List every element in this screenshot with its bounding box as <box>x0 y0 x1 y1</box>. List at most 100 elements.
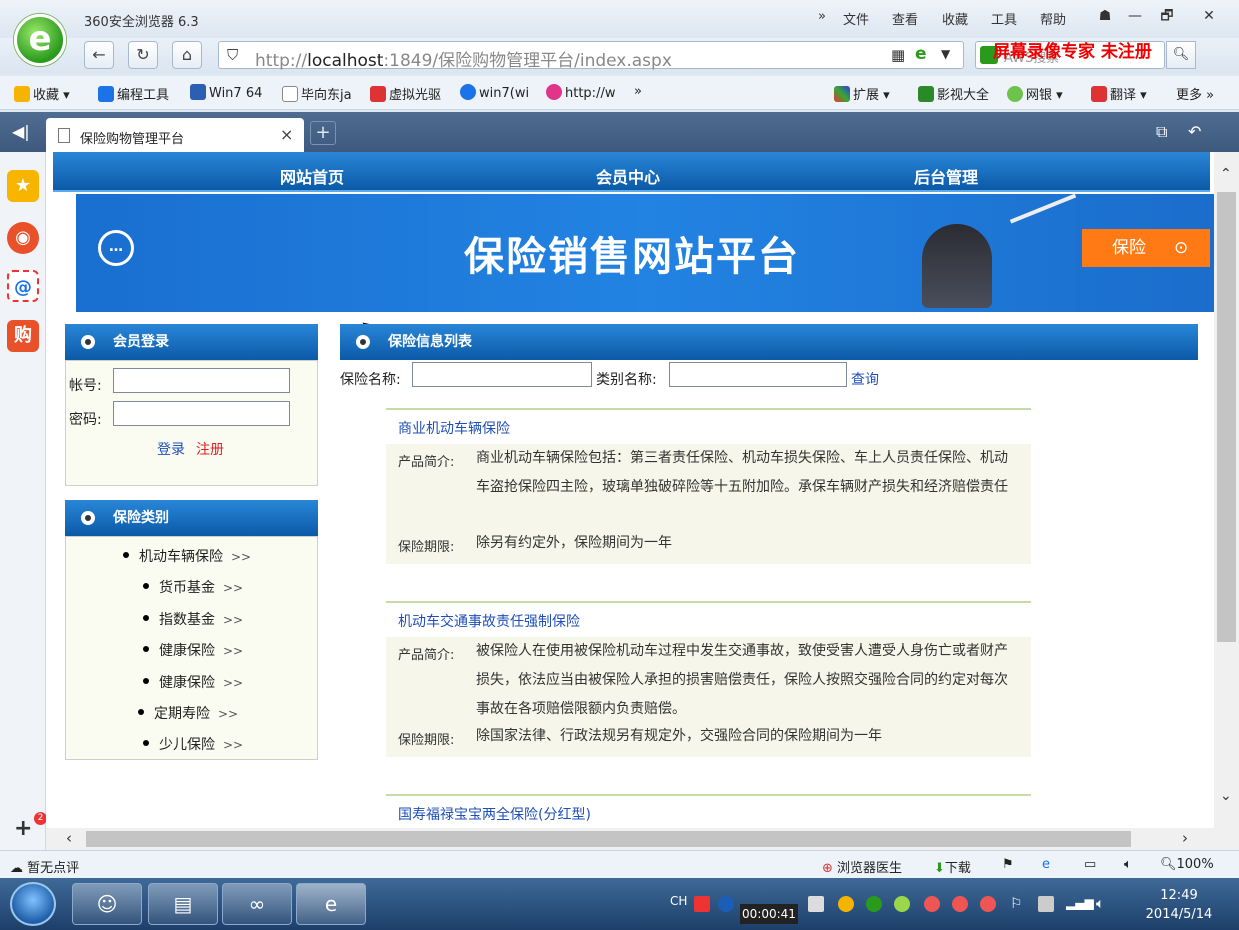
category-item[interactable]: 健康保险 >> <box>143 672 243 692</box>
register-link[interactable]: 注册 <box>196 439 224 459</box>
bookmark-win7-wi[interactable]: win7(wi <box>460 84 529 101</box>
guard-icon[interactable] <box>894 896 910 912</box>
menu-tools[interactable]: 工具 <box>991 9 1017 28</box>
menu-more[interactable]: » <box>818 9 826 24</box>
signal-icon[interactable]: ▂▄▆ <box>1066 896 1094 912</box>
security-shield-icon[interactable]: ⛉ <box>227 46 238 64</box>
sidebar-toggle-icon[interactable]: ◀| <box>12 122 30 141</box>
volume-icon[interactable]: 🔈︎ <box>1124 857 1132 872</box>
zoom-level[interactable]: 🔍︎100% <box>1160 857 1214 872</box>
taskbar-app-explorer[interactable]: ▤ <box>148 883 218 925</box>
nav-admin[interactable]: 后台管理 <box>914 164 978 188</box>
browser-logo-icon[interactable]: e <box>14 14 66 66</box>
browser-doctor[interactable]: ⊕ 浏览器医生 <box>822 857 902 876</box>
menu-help[interactable]: 帮助 <box>1040 9 1066 28</box>
start-button[interactable] <box>10 882 56 926</box>
dropdown-chevron-icon[interactable]: ▼ <box>941 47 950 61</box>
new-tab-button[interactable]: + <box>310 121 336 145</box>
scroll-down-icon[interactable]: ⌄ <box>1220 788 1232 804</box>
taskbar-app-messenger[interactable]: ☺ <box>72 883 142 925</box>
action-center-icon[interactable]: ⚐ <box>1010 896 1026 912</box>
restore-button[interactable]: 🗗 <box>1154 6 1180 28</box>
bookmark-win7[interactable]: Win7 64 <box>190 84 262 101</box>
qr-code-icon[interactable]: ▦ <box>891 46 905 64</box>
close-window-button[interactable]: ✕ <box>1196 6 1222 28</box>
bookmark-http[interactable]: http://w <box>546 84 615 101</box>
speaker-icon[interactable]: 🔈︎ <box>1096 896 1112 912</box>
skin-icon[interactable]: ☗ <box>1092 6 1118 28</box>
scroll-left-icon[interactable]: ‹ <box>66 829 72 847</box>
insurance-title-link[interactable]: 国寿福禄宝宝两全保险(分红型) <box>398 804 591 824</box>
taskbar-app-360browser[interactable]: e <box>296 883 366 925</box>
add-sidebar-icon[interactable]: + <box>14 816 32 841</box>
category-item[interactable]: 健康保险 >> <box>143 640 243 660</box>
search-icon[interactable]: 🔍︎ <box>1166 41 1196 69</box>
home-icon[interactable]: ⌂ <box>172 41 202 69</box>
horizontal-scrollbar[interactable]: ‹ › <box>46 828 1239 850</box>
undo-close-icon[interactable]: ↶ <box>1188 122 1201 141</box>
category-item[interactable]: 机动车辆保险 >> <box>123 546 251 566</box>
flag-icon[interactable]: ⚑ <box>1002 857 1014 872</box>
input-language[interactable]: CH <box>670 894 687 908</box>
scroll-right-icon[interactable]: › <box>1182 829 1188 847</box>
tab-close-icon[interactable]: × <box>280 125 293 144</box>
clock[interactable]: 12:49 2014/5/14 <box>1136 886 1222 924</box>
scroll-up-icon[interactable]: ⌃ <box>1220 166 1232 182</box>
menu-favorites[interactable]: 收藏 <box>942 9 968 28</box>
category-item[interactable]: 定期寿险 >> <box>138 703 238 723</box>
vertical-scrollbar[interactable]: ⌃ ⌄ <box>1214 152 1239 828</box>
bookmark-more-right[interactable]: 更多 » <box>1176 84 1214 103</box>
insurance-title-link[interactable]: 商业机动车辆保险 <box>398 418 510 438</box>
nav-home[interactable]: 网站首页 <box>280 164 344 188</box>
refresh-icon[interactable]: ↻ <box>128 41 158 69</box>
category-item[interactable]: 少儿保险 >> <box>143 734 243 754</box>
download-button[interactable]: ⬇下载 <box>934 857 971 876</box>
address-bar[interactable]: ⛉ http://localhost:1849/保险购物管理平台/index.a… <box>218 41 964 71</box>
insurance-name-input[interactable] <box>412 362 592 387</box>
bookmark-bank[interactable]: 网银 ▾ <box>1007 84 1063 103</box>
menu-view[interactable]: 查看 <box>892 9 918 28</box>
insurance-title-link[interactable]: 机动车交通事故责任强制保险 <box>398 611 580 631</box>
menu-file[interactable]: 文件 <box>843 9 869 28</box>
shield-icon[interactable] <box>838 896 854 912</box>
nav-member-center[interactable]: 会员中心 <box>596 164 660 188</box>
bookmark-extensions[interactable]: 扩展 ▾ <box>834 84 890 103</box>
taskbar-app-vs[interactable]: ∞ <box>222 883 292 925</box>
qq-icon-2[interactable] <box>952 896 968 912</box>
network-icon[interactable] <box>808 896 824 912</box>
bookmark-translate[interactable]: 翻译 ▾ <box>1091 84 1147 103</box>
bookmark-bixiangdong[interactable]: 毕向东ja <box>282 84 352 103</box>
bookmark-video[interactable]: 影视大全 <box>918 84 989 103</box>
help-icon[interactable] <box>718 896 734 912</box>
shopping-icon[interactable]: 购 <box>7 320 39 352</box>
url-text[interactable]: http://localhost:1849/保险购物管理平台/index.asp… <box>255 46 672 71</box>
favorites-star-icon[interactable]: ★ <box>7 170 39 202</box>
tab-list-icon[interactable]: ⧉ <box>1156 122 1167 142</box>
window-mode-icon[interactable]: ▭ <box>1084 857 1096 872</box>
vertical-scroll-thumb[interactable] <box>1217 192 1236 642</box>
category-name-input[interactable] <box>669 362 847 387</box>
security-icon[interactable] <box>866 896 882 912</box>
category-item[interactable]: 指数基金 >> <box>143 609 243 629</box>
mail-icon[interactable]: @ <box>7 270 39 302</box>
qq-icon-3[interactable] <box>980 896 996 912</box>
password-input[interactable] <box>113 401 290 426</box>
query-link[interactable]: 查询 <box>851 369 879 389</box>
category-item[interactable]: 货币基金 >> <box>143 577 243 597</box>
bookmark-favorites[interactable]: 收藏 ▾ <box>14 84 70 103</box>
qq-icon[interactable] <box>924 896 940 912</box>
minimize-button[interactable]: — <box>1122 6 1148 28</box>
banner-tag-button[interactable]: 保险 ⊙ <box>1082 229 1210 267</box>
account-input[interactable] <box>113 368 290 393</box>
weibo-icon[interactable]: ◉ <box>7 222 39 254</box>
rating-status[interactable]: ☁︎ 暂无点评 <box>10 857 79 876</box>
tab-active[interactable]: 保险购物管理平台 × <box>46 118 304 152</box>
power-icon[interactable] <box>1038 896 1054 912</box>
ie-mode-icon[interactable]: e <box>1042 857 1050 872</box>
sogou-icon[interactable] <box>694 896 710 912</box>
login-link[interactable]: 登录 <box>157 439 185 459</box>
bookmark-more-left[interactable]: » <box>634 84 642 99</box>
back-icon[interactable]: ← <box>84 41 114 69</box>
bookmark-virtual-drive[interactable]: 虚拟光驱 <box>370 84 441 103</box>
horizontal-scroll-thumb[interactable] <box>86 831 1131 847</box>
